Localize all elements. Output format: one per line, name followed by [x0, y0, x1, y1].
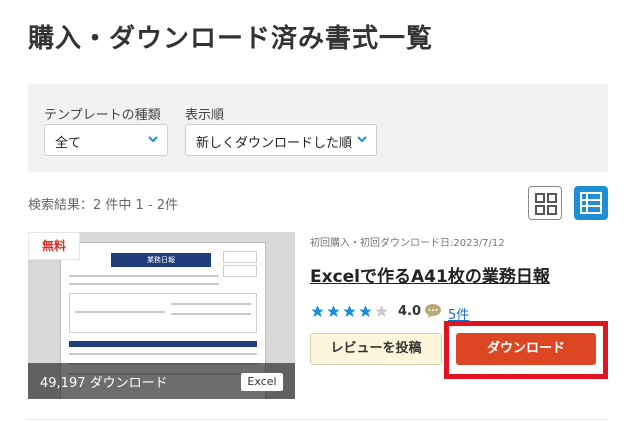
grid-view-button[interactable]	[528, 186, 562, 220]
download-button[interactable]: ダウンロード	[456, 333, 596, 365]
download-count: 49,197 ダウンロード	[40, 376, 168, 391]
page-title: 購入・ダウンロード済み書式一覧	[28, 24, 434, 54]
free-badge: 無料	[28, 232, 80, 260]
star-filled-icon	[359, 305, 372, 318]
sort-order-select[interactable]: 新しくダウンロードした順	[185, 124, 377, 156]
grid-icon	[535, 193, 557, 215]
star-filled-icon	[311, 305, 324, 318]
chevron-down-icon	[357, 136, 367, 143]
star-filled-icon	[343, 305, 356, 318]
list-icon	[580, 192, 602, 214]
template-title-link[interactable]: Excelで作るA41枚の業務日報	[310, 262, 550, 287]
file-type-tag: Excel	[241, 373, 283, 391]
star-rating	[310, 304, 390, 320]
rating-value: 4.0	[398, 304, 422, 319]
star-filled-icon	[327, 305, 340, 318]
list-view-button[interactable]	[574, 186, 608, 220]
template-type-value: 全て	[55, 136, 82, 151]
star-empty-icon	[375, 305, 388, 318]
purchase-date: 初回購入・初回ダウンロード日:2023/7/12	[310, 238, 505, 249]
filter-panel: テンプレートの種類 全て 表示順 新しくダウンロードした順	[28, 84, 608, 172]
results-count: 検索結果：2 件中 1 - 2件	[28, 198, 179, 213]
comment-icon	[425, 304, 441, 318]
chevron-down-icon	[148, 136, 158, 143]
post-review-button[interactable]: レビューを投稿	[310, 333, 442, 365]
template-type-label: テンプレートの種類	[44, 108, 161, 123]
download-count-overlay: 49,197 ダウンロード Excel	[28, 363, 295, 399]
template-type-select[interactable]: 全て	[44, 124, 168, 156]
thumbnail-doc-title: 業務日報	[111, 253, 211, 267]
divider	[28, 419, 608, 420]
sort-order-value: 新しくダウンロードした順	[196, 136, 353, 151]
template-thumbnail[interactable]: 業務日報 無料 49,197 ダウンロード Excel	[28, 232, 295, 399]
sort-order-label: 表示順	[185, 108, 225, 123]
